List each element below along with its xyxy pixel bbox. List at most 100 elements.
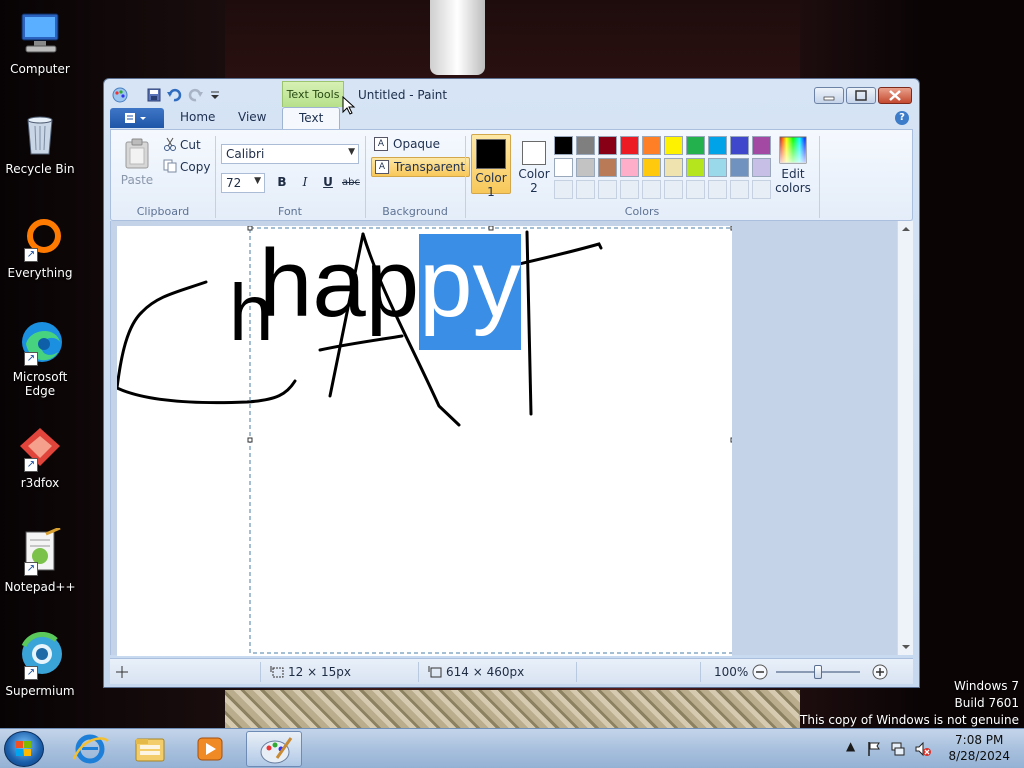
close-button[interactable]	[878, 87, 912, 104]
clock-date: 8/28/2024	[948, 749, 1010, 763]
palette-swatch[interactable]	[576, 158, 595, 177]
desktop-icon-supermium[interactable]: ↗ Supermium	[4, 631, 76, 698]
zoom-out-icon[interactable]	[752, 664, 768, 680]
custom-color-slot[interactable]	[686, 180, 705, 199]
font-family-dropdown[interactable]: Calibri ▼	[221, 144, 359, 164]
tab-view[interactable]: View	[238, 110, 266, 124]
shortcut-arrow-icon: ↗	[24, 352, 38, 366]
custom-color-slot[interactable]	[620, 180, 639, 199]
opaque-label: Opaque	[393, 137, 441, 151]
scroll-up-icon[interactable]	[899, 223, 913, 235]
palette-swatch[interactable]	[730, 136, 749, 155]
show-hidden-icons-button[interactable]: ▲	[846, 739, 855, 753]
underline-button[interactable]: U	[317, 173, 339, 193]
system-clock[interactable]: 7:08 PM 8/28/2024	[948, 732, 1010, 764]
network-icon[interactable]	[890, 741, 906, 757]
paint-icon	[260, 737, 293, 764]
volume-muted-icon[interactable]	[914, 741, 932, 757]
tab-home[interactable]: Home	[180, 110, 215, 124]
edit-colors-button[interactable]: Edit colors	[773, 134, 813, 195]
action-center-flag-icon[interactable]	[866, 741, 882, 757]
color1-button[interactable]: Color 1	[471, 134, 511, 199]
desktop-icon-edge[interactable]: ↗ Microsoft Edge	[4, 318, 76, 398]
palette-swatch[interactable]	[686, 158, 705, 177]
start-button[interactable]	[4, 731, 44, 767]
canvas-text-unselected: hap	[259, 230, 420, 337]
desktop-icon-computer[interactable]: Computer	[4, 10, 76, 76]
palette-swatch[interactable]	[576, 136, 595, 155]
watermark-line-3: This copy of Windows is not genuine	[800, 713, 1019, 727]
custom-color-slot[interactable]	[598, 180, 617, 199]
palette-swatch[interactable]	[554, 158, 573, 177]
custom-color-slot[interactable]	[752, 180, 771, 199]
status-divider	[418, 662, 419, 682]
color2-button[interactable]: Color 2	[514, 134, 554, 195]
custom-color-slot[interactable]	[664, 180, 683, 199]
paint-menu-button[interactable]	[110, 108, 164, 128]
paste-button: Paste	[117, 138, 157, 190]
edit-colors-label-2: colors	[775, 181, 811, 195]
palette-swatch[interactable]	[598, 136, 617, 155]
palette-swatch[interactable]	[752, 158, 771, 177]
palette-swatch[interactable]	[642, 158, 661, 177]
palette-swatch[interactable]	[642, 136, 661, 155]
scroll-down-icon[interactable]	[899, 641, 913, 653]
zoom-slider-thumb[interactable]	[814, 665, 822, 679]
cut-button[interactable]: Cut	[163, 137, 201, 154]
drawing-canvas[interactable]: h happy	[117, 226, 732, 656]
palette-swatch[interactable]	[554, 136, 573, 155]
strikethrough-button[interactable]: abc	[340, 173, 362, 193]
title-bar[interactable]: Text Tools Untitled - Paint	[104, 79, 919, 109]
desktop-icon-recycle-bin[interactable]: Recycle Bin	[4, 110, 76, 176]
custom-color-slot[interactable]	[730, 180, 749, 199]
palette-swatch[interactable]	[664, 158, 683, 177]
custom-color-slot[interactable]	[554, 180, 573, 199]
opaque-button[interactable]: A Opaque	[371, 135, 444, 155]
taskbar-internet-explorer[interactable]	[62, 731, 118, 767]
text-box[interactable]: happy	[259, 234, 521, 350]
help-icon[interactable]: ?	[895, 111, 909, 125]
colors-group-label: Colors	[624, 205, 660, 218]
palette-swatch[interactable]	[620, 158, 639, 177]
save-icon[interactable]	[146, 87, 162, 103]
desktop-icon-notepad-plus-plus[interactable]: ↗ Notepad++	[4, 526, 76, 594]
windows-logo-icon	[16, 741, 31, 756]
palette-swatch[interactable]	[664, 136, 683, 155]
vertical-scrollbar[interactable]	[897, 221, 913, 655]
copy-button[interactable]: Copy	[163, 159, 210, 176]
redo-icon[interactable]	[188, 87, 204, 103]
palette-swatch[interactable]	[752, 136, 771, 155]
italic-button[interactable]: I	[294, 173, 316, 193]
maximize-button[interactable]	[846, 87, 876, 104]
palette-swatch[interactable]	[620, 136, 639, 155]
font-size-dropdown[interactable]: 72 ▼	[221, 173, 265, 193]
paint-app-icon[interactable]	[112, 87, 128, 103]
desktop-icon-r3dfox[interactable]: ↗ r3dfox	[4, 424, 76, 490]
taskbar-paint[interactable]	[246, 731, 302, 767]
everything-icon: ↗	[16, 214, 64, 262]
notepad-plus-plus-icon: ↗	[16, 526, 64, 576]
palette-swatch[interactable]	[730, 158, 749, 177]
custom-color-slot[interactable]	[576, 180, 595, 199]
taskbar-file-explorer[interactable]	[122, 731, 178, 767]
palette-swatch[interactable]	[708, 158, 727, 177]
desktop-icon-everything[interactable]: ↗ Everything	[4, 214, 76, 280]
text-tools-contextual-tab[interactable]: Text Tools	[282, 81, 344, 107]
bold-button[interactable]: B	[271, 173, 293, 193]
minimize-button[interactable]	[814, 87, 844, 104]
transparent-button[interactable]: A Transparent	[371, 157, 471, 177]
customize-quick-access-icon[interactable]	[210, 87, 220, 103]
clipboard-group-label: Clipboard	[136, 205, 190, 218]
taskbar-media-player[interactable]	[182, 731, 238, 767]
shortcut-arrow-icon: ↗	[24, 666, 38, 680]
palette-swatch[interactable]	[598, 158, 617, 177]
zoom-slider[interactable]	[776, 665, 860, 679]
tab-text[interactable]: Text	[282, 107, 341, 130]
supermium-icon: ↗	[16, 631, 64, 680]
palette-swatch[interactable]	[708, 136, 727, 155]
custom-color-slot[interactable]	[708, 180, 727, 199]
windows-watermark: Windows 7 Build 7601 This copy of Window…	[800, 678, 1019, 729]
palette-swatch[interactable]	[686, 136, 705, 155]
undo-icon[interactable]	[166, 87, 182, 103]
custom-color-slot[interactable]	[642, 180, 661, 199]
